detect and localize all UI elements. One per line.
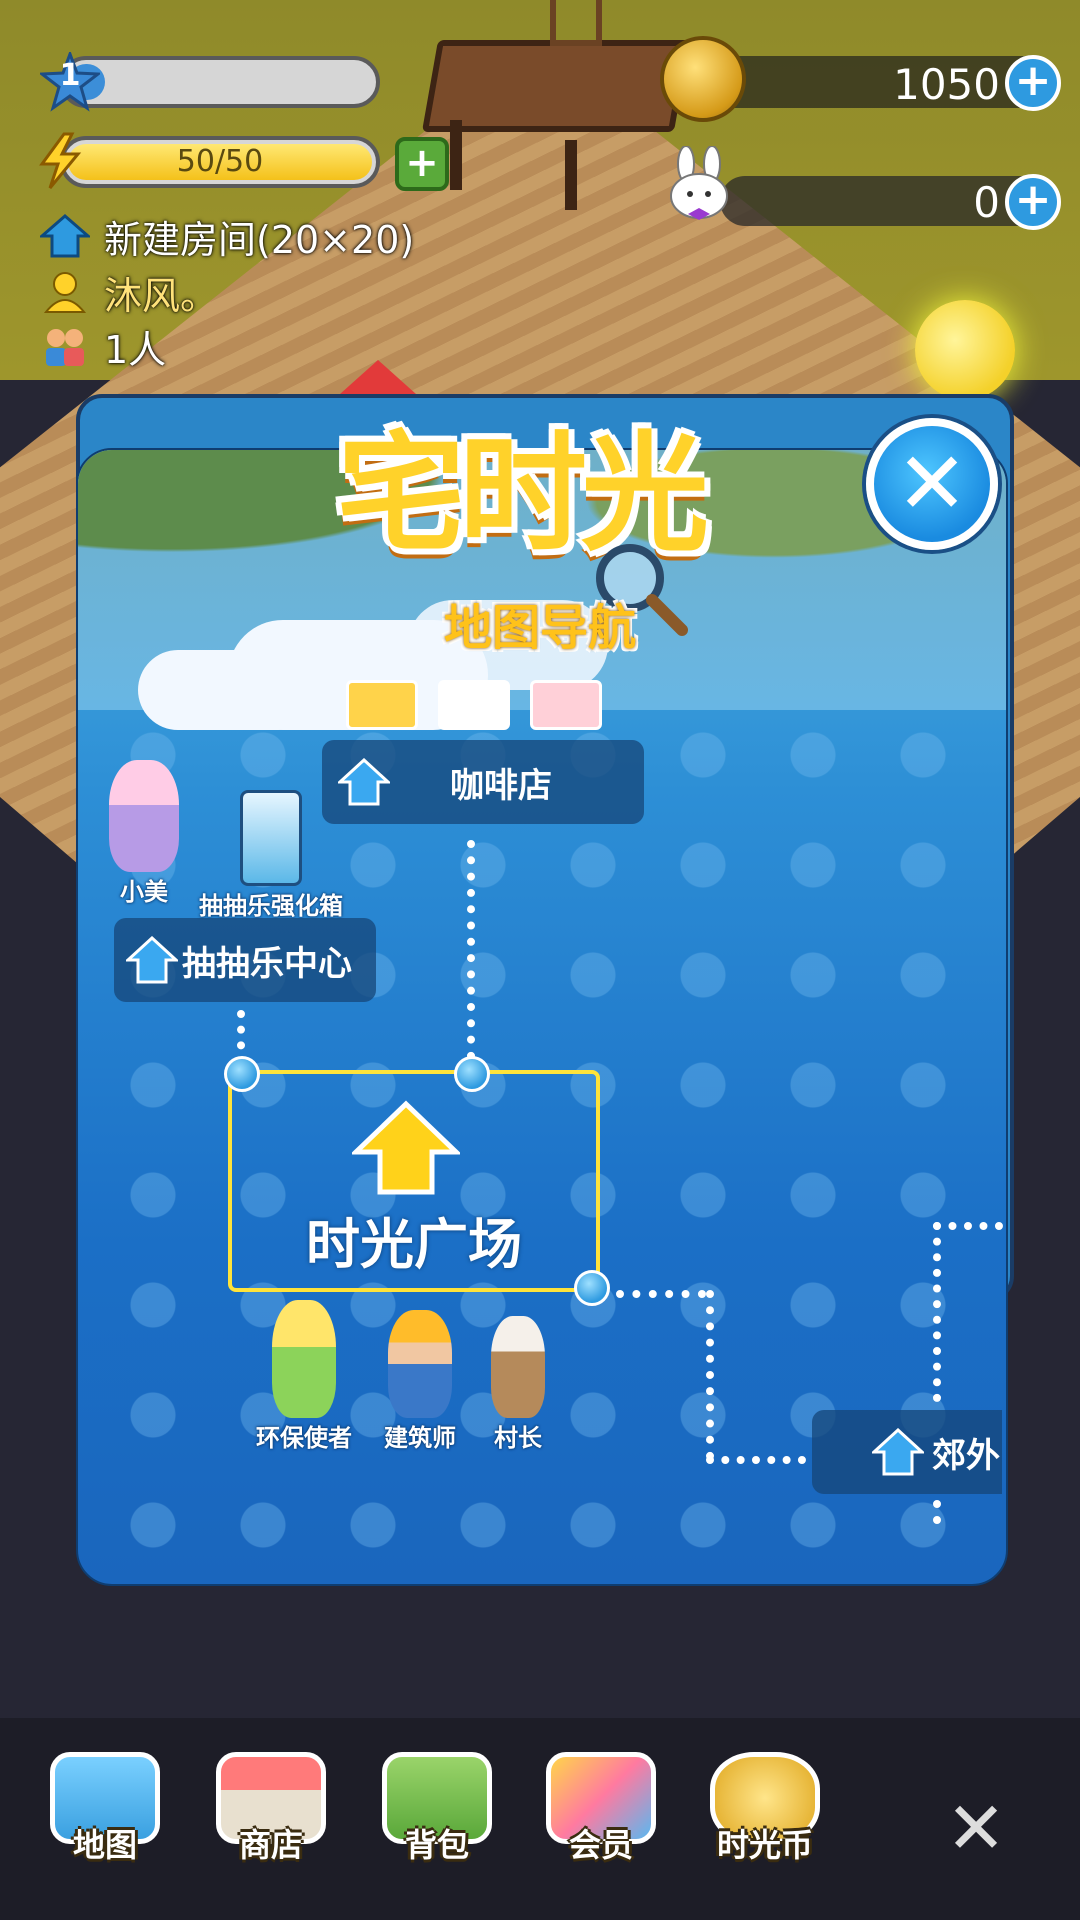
nav-shop-button[interactable]: 商店 [206, 1752, 336, 1892]
bunny-icon [670, 146, 728, 220]
bunny-currency-value: 0 [973, 178, 1000, 227]
add-energy-button[interactable]: + [395, 137, 449, 191]
path-suburb [706, 1456, 806, 1472]
desk-leg [450, 120, 462, 190]
room-name-row: 新建房间(20×20) [40, 212, 414, 262]
npc-xiaomei[interactable]: 小美 [104, 760, 184, 907]
people-icon [46, 329, 84, 366]
location-plaza-label: 时光广场 [306, 1213, 522, 1276]
visitor-count: 1人 [104, 327, 167, 372]
npc-architect-name: 建筑师 [384, 1424, 456, 1452]
path-suburb [616, 1290, 706, 1306]
nav-shop-label: 商店 [238, 1826, 303, 1864]
medic-icon[interactable] [438, 680, 510, 730]
desk-leg [565, 140, 577, 210]
level-progress-bar [60, 56, 380, 108]
nav-map-button[interactable]: 地图 [40, 1752, 170, 1892]
location-cafe-button[interactable]: 咖啡店 [322, 740, 644, 824]
coin-value: 1050 [893, 60, 1000, 109]
path-suburb [706, 1290, 722, 1460]
nav-vip-label: 会员 [568, 1826, 633, 1864]
house-icon [872, 1428, 924, 1476]
path-node [574, 1270, 610, 1306]
nav-time-coin-button[interactable]: 时光币 [700, 1752, 830, 1892]
npc-xiaomei-name: 小美 [120, 878, 168, 906]
owner-name: 沐风。 [104, 273, 219, 318]
nav-map-label: 地图 [72, 1826, 137, 1864]
lottery-box-sprite [240, 790, 302, 886]
npc-chief-name: 村长 [494, 1424, 542, 1452]
npc-lottery-box[interactable]: 抽抽乐强化箱 [186, 790, 356, 921]
npc-eco-sprite [272, 1300, 336, 1418]
location-suburb-button[interactable]: 郊外 [812, 1410, 1002, 1494]
add-coins-button[interactable]: + [1005, 55, 1061, 111]
add-bunny-currency-button[interactable]: + [1005, 174, 1061, 230]
nav-vip-button[interactable]: 会员 [536, 1752, 666, 1892]
vip-icon[interactable] [346, 680, 418, 730]
bear-coin-icon [660, 36, 746, 122]
npc-eco-name: 环保使者 [256, 1424, 352, 1452]
nav-backpack-button[interactable]: 背包 [372, 1752, 502, 1892]
user-icon [43, 272, 87, 313]
logo-text: 宅时光 [336, 420, 709, 569]
location-cafe-label: 咖啡店 [450, 765, 552, 806]
path-cafe [467, 840, 483, 1060]
room-name: 新建房间(20×20) [104, 217, 415, 262]
npc-architect[interactable]: 建筑师 [370, 1310, 470, 1453]
emoji-icon[interactable] [915, 300, 1015, 400]
npc-village-chief[interactable]: 村长 [478, 1316, 558, 1453]
npc-chief-sprite [491, 1316, 545, 1418]
plaza-house-icon [352, 1100, 460, 1195]
close-menu-button[interactable]: ✕ [936, 1788, 1016, 1868]
game-logo: 宅时光 [270, 360, 770, 580]
close-icon: ✕ [895, 434, 969, 534]
energy-value: 50/50 [176, 144, 264, 179]
npc-xiaomei-sprite [109, 760, 179, 872]
nav-time-coin-label: 时光币 [716, 1826, 813, 1864]
owner-row: 沐风。 [40, 268, 218, 318]
close-dialog-button[interactable]: ✕ [866, 418, 998, 550]
path-suburb-north [933, 1222, 949, 1402]
visitor-count-row: 1人 [40, 322, 166, 372]
house-icon [126, 936, 178, 984]
level-number: 1 [59, 58, 81, 93]
hair-salon-icon[interactable] [530, 680, 602, 730]
location-lottery-center-label: 抽抽乐中心 [182, 943, 352, 984]
npc-eco-envoy[interactable]: 环保使者 [244, 1300, 364, 1453]
path-suburb-north [933, 1222, 1003, 1238]
house-icon [40, 214, 90, 258]
bunny-currency-counter [720, 176, 1050, 226]
map-subtitle: 地图导航 [443, 600, 636, 656]
location-suburb-label: 郊外 [932, 1435, 1000, 1476]
path-node [454, 1056, 490, 1092]
path-suburb-south [933, 1500, 949, 1524]
chair-furniture[interactable] [550, 0, 602, 46]
npc-architect-sprite [388, 1310, 452, 1418]
location-lottery-center-button[interactable]: 抽抽乐中心 [114, 918, 376, 1002]
desk-furniture[interactable] [421, 40, 691, 132]
npc-lottery-box-name: 抽抽乐强化箱 [199, 892, 343, 920]
logo-house-icon [340, 360, 416, 394]
path-node [224, 1056, 260, 1092]
nav-backpack-label: 背包 [404, 1826, 469, 1864]
